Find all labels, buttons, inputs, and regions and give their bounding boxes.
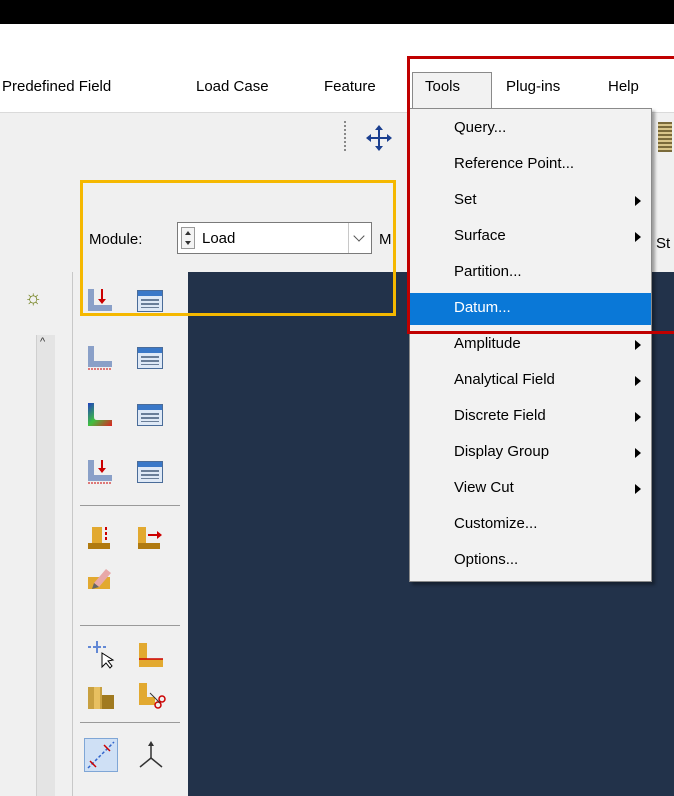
load-apply-icon[interactable] bbox=[86, 523, 116, 553]
highlight-red-box bbox=[407, 56, 674, 334]
menu-feature-label: Feature bbox=[324, 78, 376, 95]
menu-item-customize-label: Customize... bbox=[454, 515, 538, 532]
menu-item-display-group[interactable]: Display Group bbox=[410, 437, 651, 469]
toolbox-separator bbox=[80, 505, 180, 506]
datum-point-icon[interactable] bbox=[86, 639, 116, 669]
toolbar-separator bbox=[344, 121, 346, 153]
step-create-icon[interactable] bbox=[86, 456, 116, 486]
toolbox-separator bbox=[80, 722, 180, 723]
menu-item-options-label: Options... bbox=[454, 551, 519, 568]
field-manager-icon[interactable] bbox=[137, 404, 163, 426]
menu-load-case[interactable]: Load Case bbox=[196, 78, 269, 95]
load-edit-icon[interactable] bbox=[86, 563, 116, 593]
menu-item-analytical-field-label: Analytical Field bbox=[454, 371, 555, 388]
lightbulb-icon[interactable]: ☼ bbox=[24, 287, 42, 310]
submenu-arrow-icon bbox=[635, 376, 641, 386]
move-cross-icon[interactable] bbox=[365, 124, 393, 152]
menu-item-options[interactable]: Options... bbox=[410, 545, 651, 577]
scroll-up-icon[interactable]: ^ bbox=[40, 336, 45, 348]
window-title-bar bbox=[0, 0, 674, 24]
menu-load-case-label: Load Case bbox=[196, 78, 269, 95]
submenu-arrow-icon bbox=[635, 412, 641, 422]
csys-icon[interactable] bbox=[136, 740, 166, 770]
datum-axis-icon[interactable] bbox=[84, 738, 118, 772]
menu-item-view-cut-label: View Cut bbox=[454, 479, 514, 496]
bc-create-icon[interactable] bbox=[86, 342, 116, 372]
menu-predefined-field-label: Predefined Field bbox=[2, 78, 112, 95]
panel-scrollbar[interactable] bbox=[36, 335, 55, 796]
menu-item-analytical-field[interactable]: Analytical Field bbox=[410, 365, 651, 397]
menu-item-display-group-label: Display Group bbox=[454, 443, 550, 460]
menu-feature[interactable]: Feature bbox=[324, 78, 376, 95]
step-manager-icon[interactable] bbox=[137, 461, 163, 483]
menu-item-view-cut[interactable]: View Cut bbox=[410, 473, 651, 505]
bc-manager-icon[interactable] bbox=[137, 347, 163, 369]
submenu-arrow-icon bbox=[635, 340, 641, 350]
menu-item-discrete-field[interactable]: Discrete Field bbox=[410, 401, 651, 433]
submenu-arrow-icon bbox=[635, 448, 641, 458]
load-move-icon[interactable] bbox=[136, 523, 166, 553]
highlight-yellow-box bbox=[80, 180, 396, 316]
submenu-arrow-icon bbox=[635, 484, 641, 494]
menu-predefined-field[interactable]: Predefined Field bbox=[2, 78, 111, 95]
partition-cell-icon[interactable] bbox=[86, 681, 116, 711]
partition-cut-icon[interactable] bbox=[136, 681, 166, 711]
menu-item-customize[interactable]: Customize... bbox=[410, 509, 651, 541]
menu-item-discrete-field-label: Discrete Field bbox=[454, 407, 546, 424]
field-create-icon[interactable] bbox=[86, 399, 116, 429]
partition-face-icon[interactable] bbox=[136, 641, 166, 671]
menu-item-amplitude-label: Amplitude bbox=[454, 335, 521, 352]
toolbox-separator bbox=[80, 625, 180, 626]
